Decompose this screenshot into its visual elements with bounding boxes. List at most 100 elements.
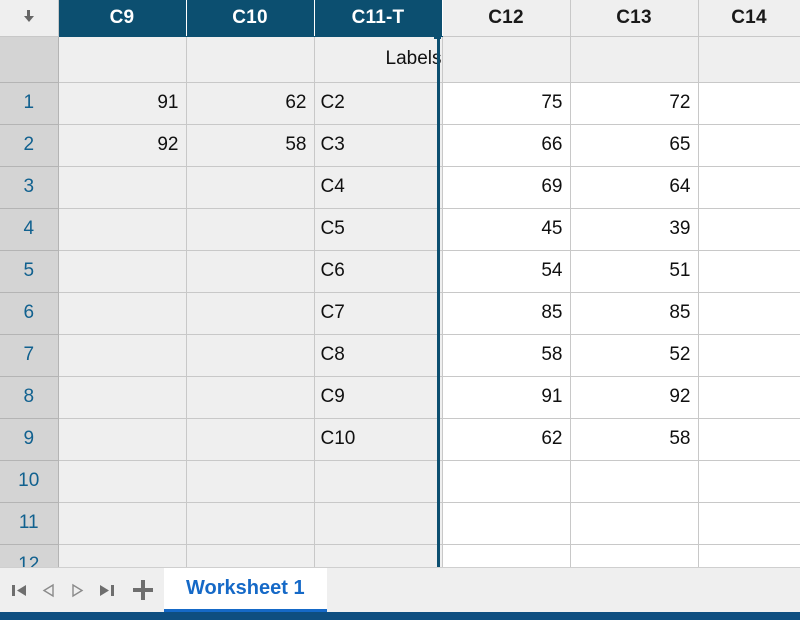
cell-c12-11[interactable] — [442, 502, 571, 545]
label-cell-c11-t[interactable]: Labels — [314, 36, 443, 83]
cell-c12-7[interactable]: 58 — [442, 334, 571, 377]
cell-c12-5[interactable]: 54 — [442, 250, 571, 293]
cell-c11-t-2[interactable]: C3 — [314, 124, 443, 167]
column-header-c13[interactable]: C13 — [570, 0, 699, 37]
cell-c12-4[interactable]: 45 — [442, 208, 571, 251]
cell-c14-8[interactable] — [698, 376, 800, 419]
cell-c10-10[interactable] — [186, 460, 315, 503]
cell-c13-3[interactable]: 64 — [570, 166, 699, 209]
cell-c14-4[interactable] — [698, 208, 800, 251]
row-header-2[interactable]: 2 — [0, 124, 59, 167]
cell-c14-7[interactable] — [698, 334, 800, 377]
label-cell-c10[interactable] — [186, 36, 315, 83]
cell-c11-t-7[interactable]: C8 — [314, 334, 443, 377]
cell-c13-11[interactable] — [570, 502, 699, 545]
row-header-9[interactable]: 9 — [0, 418, 59, 461]
cell-c9-11[interactable] — [58, 502, 187, 545]
cell-c9-10[interactable] — [58, 460, 187, 503]
cell-c13-12[interactable] — [570, 544, 699, 567]
cell-c10-5[interactable] — [186, 250, 315, 293]
label-cell-c12[interactable] — [442, 36, 571, 83]
cell-c11-t-5[interactable]: C6 — [314, 250, 443, 293]
column-header-c11-t[interactable]: C11-T — [314, 0, 443, 37]
cell-c9-6[interactable] — [58, 292, 187, 335]
cell-c11-t-10[interactable] — [314, 460, 443, 503]
label-cell-c9[interactable] — [58, 36, 187, 83]
cell-c9-9[interactable] — [58, 418, 187, 461]
previous-sheet-button[interactable] — [35, 575, 62, 605]
cell-c13-2[interactable]: 65 — [570, 124, 699, 167]
row-header-10[interactable]: 10 — [0, 460, 59, 503]
cell-c9-7[interactable] — [58, 334, 187, 377]
select-all-corner[interactable] — [0, 0, 59, 37]
row-header-11[interactable]: 11 — [0, 502, 59, 545]
cell-c13-5[interactable]: 51 — [570, 250, 699, 293]
row-header-1[interactable]: 1 — [0, 82, 59, 125]
cell-c13-10[interactable] — [570, 460, 699, 503]
row-header-8[interactable]: 8 — [0, 376, 59, 419]
label-cell-c14[interactable] — [698, 36, 800, 83]
cell-c14-9[interactable] — [698, 418, 800, 461]
worksheet-grid[interactable]: C9 C10 C11-T C12 C13 C14 Labels 1 91 62 … — [0, 0, 800, 567]
cell-c10-2[interactable]: 58 — [186, 124, 315, 167]
cell-c12-6[interactable]: 85 — [442, 292, 571, 335]
cell-c14-2[interactable] — [698, 124, 800, 167]
add-worksheet-button[interactable] — [126, 568, 160, 612]
column-header-c10[interactable]: C10 — [186, 0, 315, 37]
cell-c14-6[interactable] — [698, 292, 800, 335]
cell-c11-t-6[interactable]: C7 — [314, 292, 443, 335]
cell-c11-t-12[interactable] — [314, 544, 443, 567]
cell-c14-5[interactable] — [698, 250, 800, 293]
label-cell-c13[interactable] — [570, 36, 699, 83]
cell-c12-12[interactable] — [442, 544, 571, 567]
row-header-3[interactable]: 3 — [0, 166, 59, 209]
cell-c9-2[interactable]: 92 — [58, 124, 187, 167]
cell-c12-10[interactable] — [442, 460, 571, 503]
cell-c9-3[interactable] — [58, 166, 187, 209]
next-sheet-button[interactable] — [64, 575, 91, 605]
sheet-tab-worksheet-1[interactable]: Worksheet 1 — [164, 568, 327, 612]
cell-c13-6[interactable]: 85 — [570, 292, 699, 335]
cell-c10-3[interactable] — [186, 166, 315, 209]
cell-c12-9[interactable]: 62 — [442, 418, 571, 461]
cell-c13-9[interactable]: 58 — [570, 418, 699, 461]
cell-c11-t-4[interactable]: C5 — [314, 208, 443, 251]
cell-c9-8[interactable] — [58, 376, 187, 419]
column-header-c9[interactable]: C9 — [58, 0, 187, 37]
cell-c11-t-11[interactable] — [314, 502, 443, 545]
cell-c11-t-8[interactable]: C9 — [314, 376, 443, 419]
cell-c9-4[interactable] — [58, 208, 187, 251]
cell-c13-7[interactable]: 52 — [570, 334, 699, 377]
last-sheet-button[interactable] — [93, 575, 120, 605]
cell-c12-8[interactable]: 91 — [442, 376, 571, 419]
cell-c14-3[interactable] — [698, 166, 800, 209]
cell-c12-3[interactable]: 69 — [442, 166, 571, 209]
cell-c13-1[interactable]: 72 — [570, 82, 699, 125]
column-header-c14[interactable]: C14 — [698, 0, 800, 37]
cell-c12-1[interactable]: 75 — [442, 82, 571, 125]
cell-c10-6[interactable] — [186, 292, 315, 335]
cell-c11-t-3[interactable]: C4 — [314, 166, 443, 209]
cell-c13-4[interactable]: 39 — [570, 208, 699, 251]
row-header-6[interactable]: 6 — [0, 292, 59, 335]
cell-c11-t-1[interactable]: C2 — [314, 82, 443, 125]
cell-c10-7[interactable] — [186, 334, 315, 377]
column-header-c12[interactable]: C12 — [442, 0, 571, 37]
cell-c14-1[interactable] — [698, 82, 800, 125]
cell-c9-5[interactable] — [58, 250, 187, 293]
cell-c13-8[interactable]: 92 — [570, 376, 699, 419]
row-header-5[interactable]: 5 — [0, 250, 59, 293]
cell-c14-12[interactable] — [698, 544, 800, 567]
row-header-4[interactable]: 4 — [0, 208, 59, 251]
cell-c10-12[interactable] — [186, 544, 315, 567]
cell-c12-2[interactable]: 66 — [442, 124, 571, 167]
row-header-7[interactable]: 7 — [0, 334, 59, 377]
cell-c14-10[interactable] — [698, 460, 800, 503]
cell-c10-9[interactable] — [186, 418, 315, 461]
cell-c10-4[interactable] — [186, 208, 315, 251]
cell-c9-1[interactable]: 91 — [58, 82, 187, 125]
cell-c10-8[interactable] — [186, 376, 315, 419]
cell-c10-11[interactable] — [186, 502, 315, 545]
row-header-12[interactable]: 12 — [0, 544, 59, 567]
cell-c9-12[interactable] — [58, 544, 187, 567]
